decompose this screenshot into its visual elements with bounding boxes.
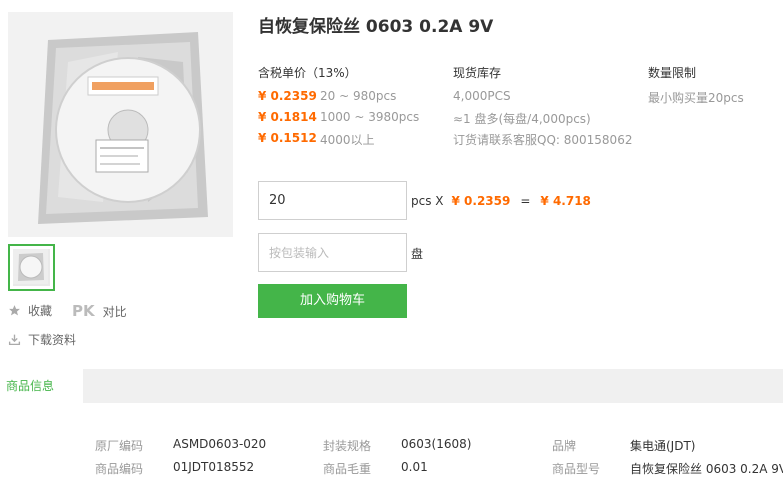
add-to-cart-button[interactable]: 加入购物车 [258,284,407,318]
stock-quantity: 4,000PCS [453,89,511,103]
info-value: 0.01 [401,460,428,474]
download-datasheet-button[interactable]: 下载资料 [8,331,76,348]
product-thumbnail[interactable] [8,244,55,291]
star-icon [9,305,20,316]
unit-x-label: pcs X [411,194,444,208]
tier-price: ¥ 0.1512 [258,131,317,145]
info-value: 01JDT018552 [173,460,255,474]
compare-button[interactable]: PK 对比 [72,302,127,320]
stock-reels: ≈1 盘多(每盘/4,000pcs) [453,112,591,126]
info-label: 原厂编码 [95,439,144,453]
quantity-input[interactable] [258,181,407,220]
equals-sign: = [520,194,531,208]
thumbnail-image [13,249,50,286]
price-tier-row: ¥ 0.2359 20 ~ 980pcs [258,89,396,103]
reel-unit-label: 盘 [411,247,424,261]
product-main-image[interactable] [8,12,233,237]
info-label: 品牌 [552,439,577,453]
limit-header: 数量限制 [648,66,697,80]
info-label: 商品毛重 [323,462,372,476]
tier-range: 4000以上 [320,133,375,147]
compare-label: 对比 [102,304,127,319]
tier-range: 20 ~ 980pcs [320,89,397,103]
favorite-button[interactable]: 收藏 [8,302,52,319]
favorite-label: 收藏 [28,304,53,318]
info-value: 集电通(JDT) [630,439,696,453]
info-label: 商品编码 [95,462,144,476]
info-label: 商品型号 [552,462,601,476]
product-title: 自恢复保险丝 0603 0.2A 9V [258,17,494,37]
info-value: 0603(1608) [401,437,472,451]
tier-price: ¥ 0.2359 [258,89,317,103]
stock-contact: 订货请联系客服QQ: 800158062 [453,133,633,147]
info-value: ASMD0603-020 [173,437,267,451]
calc-total: ¥ 4.718 [540,194,591,208]
info-value: 自恢复保险丝 0603 0.2A 9V [630,462,783,476]
min-purchase: 最小购买量20pcs [648,91,744,105]
stock-header: 现货库存 [453,66,502,80]
reel-quantity-input[interactable] [258,233,407,272]
calc-unit-price: ¥ 0.2359 [451,194,511,208]
pk-icon: PK [72,302,95,320]
price-header: 含税单价（13%） [258,66,357,80]
tier-price: ¥ 0.1814 [258,110,317,124]
price-tier-row: ¥ 0.1512 4000以上 [258,131,375,148]
product-photo [8,12,233,237]
price-tier-row: ¥ 0.1814 1000 ~ 3980pcs [258,110,419,124]
info-label: 封装规格 [323,439,372,453]
download-label: 下载资料 [28,333,77,347]
tier-range: 1000 ~ 3980pcs [320,110,420,124]
download-icon [8,334,21,346]
tab-bar [0,369,783,403]
price-calculation: pcs X ¥ 0.2359 = ¥ 4.718 [411,194,591,208]
tab-product-info[interactable]: 商品信息 [0,369,83,403]
